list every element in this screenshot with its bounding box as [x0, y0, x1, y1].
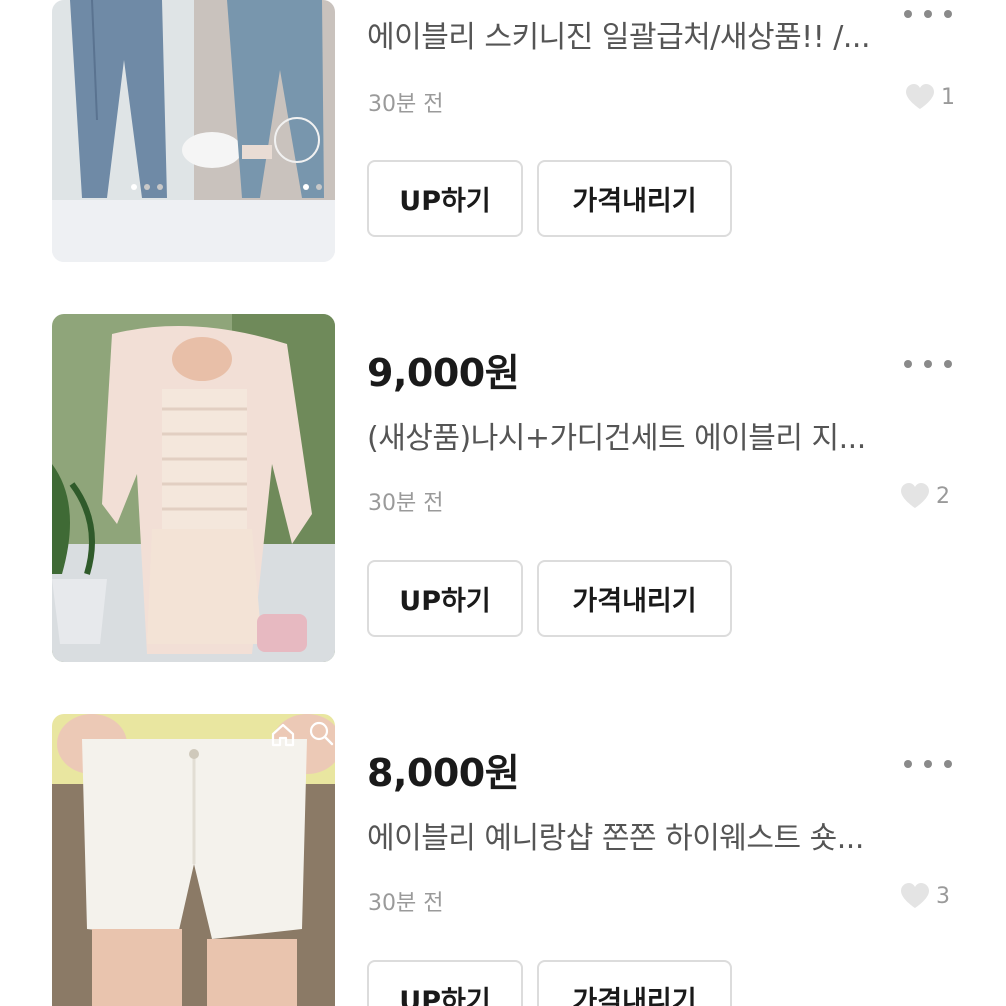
posted-time: 30분 전 — [368, 891, 444, 916]
more-options-button[interactable] — [900, 752, 956, 776]
like-count[interactable]: 3 — [900, 883, 950, 909]
like-count-value: 2 — [936, 483, 950, 509]
product-listing[interactable]: 8,000원 에이블리 예니랑샵 쫀쫀 하이웨스트 숏... 30분 전 3 U… — [0, 714, 1006, 1006]
product-listing[interactable]: 에이블리 스키니진 일괄급처/새상품!! /... 30분 전 1 UP하기 가… — [0, 0, 1006, 262]
shorts-photo — [52, 714, 335, 1006]
product-thumbnail[interactable] — [52, 0, 335, 262]
like-count[interactable]: 2 — [900, 483, 950, 509]
like-count[interactable]: 1 — [905, 84, 955, 110]
posted-time: 30분 전 — [368, 92, 444, 117]
product-title[interactable]: 에이블리 스키니진 일괄급처/새상품!! /... — [367, 12, 942, 56]
like-count-value: 1 — [941, 84, 955, 110]
product-thumbnail[interactable] — [52, 714, 335, 1006]
price-down-button[interactable]: 가격내리기 — [537, 960, 732, 1006]
price-down-button[interactable]: 가격내리기 — [537, 160, 732, 237]
product-thumbnail[interactable] — [52, 314, 335, 662]
more-dots-icon — [904, 760, 912, 768]
more-dots-icon — [904, 360, 912, 368]
search-icon[interactable] — [308, 720, 334, 746]
product-title[interactable]: 에이블리 예니랑샵 쫀쫀 하이웨스트 숏... — [367, 813, 942, 857]
product-listing[interactable]: 9,000원 (새상품)나시+가디건세트 에이블리 지... 30분 전 2 U… — [0, 314, 1006, 714]
heart-icon — [901, 483, 929, 508]
up-button[interactable]: UP하기 — [367, 560, 523, 637]
heart-icon — [906, 84, 934, 109]
up-button[interactable]: UP하기 — [367, 960, 523, 1006]
product-price: 8,000원 — [367, 751, 520, 795]
posted-time: 30분 전 — [368, 491, 444, 516]
like-count-value: 3 — [936, 883, 950, 909]
home-icon[interactable] — [270, 722, 296, 748]
up-button[interactable]: UP하기 — [367, 160, 523, 237]
jeans-photo — [52, 0, 335, 262]
product-title[interactable]: (새상품)나시+가디건세트 에이블리 지... — [367, 413, 942, 457]
price-down-button[interactable]: 가격내리기 — [537, 560, 732, 637]
cardigan-set-photo — [52, 314, 335, 662]
more-options-button[interactable] — [900, 352, 956, 376]
heart-icon — [901, 883, 929, 908]
product-price: 9,000원 — [367, 351, 520, 395]
